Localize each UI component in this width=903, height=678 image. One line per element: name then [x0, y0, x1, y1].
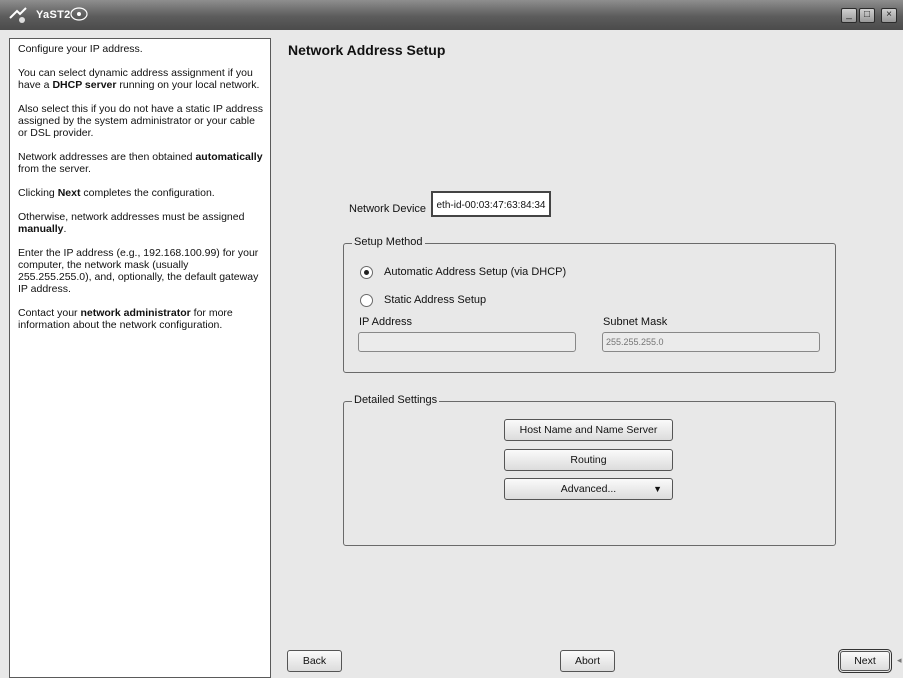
window-title: YaST2: [36, 9, 71, 21]
setup-method-group: Setup Method Automatic Address Setup (vi…: [343, 236, 836, 373]
help-text-span: Configure your IP address.: [18, 43, 143, 55]
help-text-span: Otherwise, network addresses must be ass…: [18, 211, 245, 223]
help-paragraph: Also select this if you do not have a st…: [18, 103, 264, 139]
advanced-button[interactable]: Advanced... ▼: [504, 478, 673, 500]
help-paragraph: Otherwise, network addresses must be ass…: [18, 211, 264, 235]
help-text-span: Network addresses are then obtained: [18, 151, 196, 163]
setup-method-title: Setup Method: [352, 236, 425, 248]
help-text-span: Also select this if you do not have a st…: [18, 103, 263, 139]
help-text-span: Clicking: [18, 187, 58, 199]
help-paragraph: Enter the IP address (e.g., 192.168.100.…: [18, 247, 264, 295]
help-bold-text: Next: [57, 187, 81, 199]
ip-address-label: IP Address: [359, 316, 412, 328]
network-device-value: eth-id-00:03:47:63:84:34: [431, 191, 551, 217]
help-text-span: Contact your: [18, 307, 81, 319]
page-title: Network Address Setup: [288, 42, 446, 58]
back-button[interactable]: Back: [287, 650, 342, 672]
abort-button[interactable]: Abort: [560, 650, 615, 672]
help-text-span: completes the configuration.: [80, 187, 215, 199]
help-text-span: running on your local network.: [116, 79, 260, 91]
advanced-button-label: Advanced...: [560, 483, 617, 495]
radio-button-unchecked[interactable]: [360, 294, 373, 307]
routing-button[interactable]: Routing: [504, 449, 673, 471]
help-bold-text: DHCP server: [52, 79, 117, 91]
help-text: Configure your IP address. You can select…: [10, 39, 270, 331]
yast-badge-icon: [70, 7, 88, 21]
minimize-button[interactable]: _: [841, 8, 857, 23]
network-device-label: Network Device: [349, 203, 427, 215]
title-bar: YaST2 _ □ ×: [0, 0, 903, 31]
yast-window: Configure your IP address. You can select…: [0, 30, 903, 678]
subnet-mask-input[interactable]: [602, 332, 820, 352]
help-bold-text: manually: [18, 223, 64, 235]
help-paragraph: Clicking Next completes the configuratio…: [18, 187, 264, 199]
radio-label-automatic: Automatic Address Setup (via DHCP): [384, 266, 567, 278]
help-text-span: .: [63, 223, 67, 235]
resize-grip-icon[interactable]: ◂: [897, 655, 902, 666]
radio-label-static: Static Address Setup: [384, 294, 487, 306]
help-paragraph: You can select dynamic address assignmen…: [18, 67, 264, 91]
close-button[interactable]: ×: [881, 8, 897, 23]
yast-app-icon: [9, 7, 27, 23]
help-bold-text: network administrator: [80, 307, 191, 319]
maximize-button[interactable]: □: [859, 8, 875, 23]
radio-button-checked[interactable]: [360, 266, 373, 279]
help-panel[interactable]: Configure your IP address. You can select…: [9, 38, 271, 678]
subnet-mask-label: Subnet Mask: [603, 316, 668, 328]
help-paragraph: Configure your IP address.: [18, 43, 264, 55]
help-text-span: from the server.: [18, 163, 91, 175]
host-name-button[interactable]: Host Name and Name Server: [504, 419, 673, 441]
help-text-span: Enter the IP address (e.g., 192.168.100.…: [18, 247, 259, 295]
help-paragraph: Contact your network administrator for m…: [18, 307, 264, 331]
dropdown-arrow-icon: ▼: [653, 484, 662, 494]
help-paragraph: Network addresses are then obtained auto…: [18, 151, 264, 175]
detailed-settings-title: Detailed Settings: [352, 394, 440, 406]
ip-address-input[interactable]: [358, 332, 576, 352]
next-button[interactable]: Next: [838, 649, 892, 673]
detailed-settings-group: Detailed Settings Host Name and Name Ser…: [343, 394, 836, 546]
help-bold-text: automatically: [195, 151, 263, 163]
